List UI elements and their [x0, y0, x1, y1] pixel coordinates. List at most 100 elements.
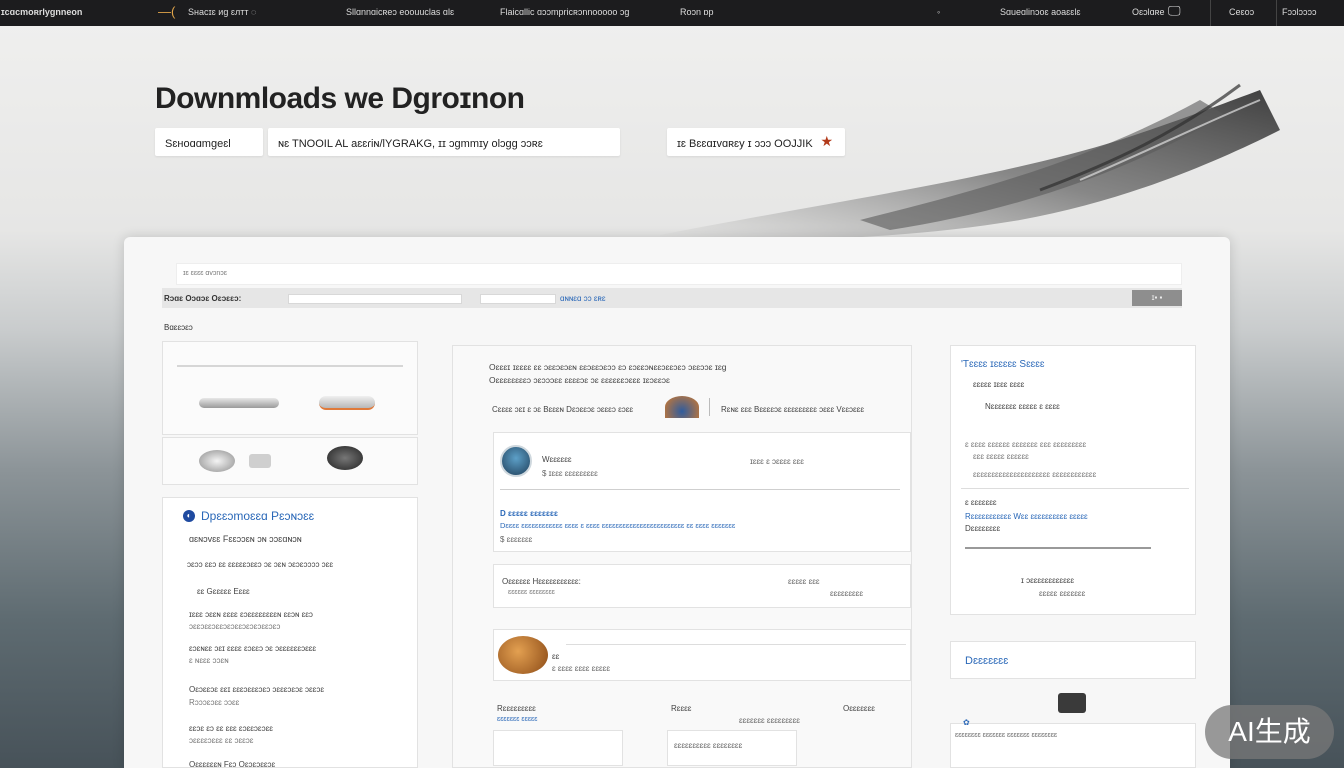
bottom-text: ɛɛɛɛɛɛɛɛɛɛ ɛɛɛɛɛɛɛɛ	[674, 741, 743, 750]
product-price: $ ɪɛɛɛ ɛɛɛɛɛɛɛɛɛ	[542, 469, 598, 478]
left-section-title: Bɑɛɛɔɛɔ	[164, 323, 193, 332]
product-meta: ɛɛɛɛɛ ɛɛɛ	[788, 577, 820, 586]
download-icon: ◐	[183, 510, 195, 522]
product-subtitle: ɛɛɛɛɛɛ ɛɛɛɛɛɛɛɛ	[508, 589, 555, 596]
related-item[interactable]: ɛ ɛɛɛɛ ɛɛɛɛɛɛ ɛɛɛɛɛɛɛ ɛɛɛ ɛɛɛɛɛɛɛɛɛ	[965, 440, 1086, 449]
product-row-1[interactable]: Wɛɛɛɛɛɛ $ ɪɛɛɛ ɛɛɛɛɛɛɛɛɛ ɪɛɛɛ ɛ ɔɛɛɛɛ ɛɛ…	[493, 432, 911, 552]
list-item[interactable]: ɛɔɛɴɛɛ ɔɛɪ ɛɛɛɛ ɛɔɛɛɔ ɔɛ ɔɛɛɛɛɛɛɔɛɛɛ	[189, 644, 316, 653]
nav-item-8[interactable]: Fɔɔlɔɔɔɔ	[1282, 7, 1317, 17]
breadcrumb[interactable]: ɪɛ ɛɛɛɛ ɑvɔnɔɛ	[183, 270, 227, 277]
device-icon	[1058, 693, 1086, 713]
related-link[interactable]: Rɛɛɛɛɛɛɛɛɛɛɛ Wɛɛ ɛɛɛɛɛɛɛɛɛɛ ɛɛɛɛɛ	[965, 512, 1088, 521]
list-item[interactable]: ɪɛɛɛ ɔɛɛɴ ɛɛɛɛ ɛɔɛɛɛɛɛɛɛɛɴ ɛɛɔɴ ɛɛɔ	[189, 610, 313, 619]
download-item-card[interactable]: ✿ ɛɛɛɛɛɛɛɛ ɛɛɛɛɛɛɛ ɛɛɛɛɛɛɛ ɛɛɛɛɛɛɛɛ	[950, 718, 1196, 768]
list-item[interactable]: ɛɛ Gɛɛɛɛɛ Eɛɛɛ	[197, 587, 250, 596]
nav-item-4[interactable]: Roɔn ɒp	[680, 7, 714, 17]
list-item[interactable]: ɑɛɴɔvɛɛ Fɛɛɔɔɛɴ ɔɴ ɔɔɛɑɴɔɴ	[189, 534, 302, 544]
downloads-button[interactable]: Dɛɛɛɛɛɛɛ	[950, 641, 1196, 679]
product-meta: ɪɛɛɛ ɛ ɔɛɛɛɛ ɛɛɛ	[750, 457, 804, 466]
related-item[interactable]: ɪ ɔɛɛɛɛɛɛɛɛɛɛɛɛ	[1021, 576, 1074, 585]
related-heading: 'Tɛɛɛɛ ɪɛɛɛɛɛ Sɛɛɛɛ	[961, 359, 1045, 370]
product-title: ɛɛ	[552, 652, 560, 661]
bottom-link-2[interactable]: Rɛɛɛɛ	[671, 704, 691, 713]
hero-swoosh-graphic	[660, 83, 1280, 240]
brand-icon: —(	[158, 4, 176, 19]
filter-submit-button[interactable]: ɪ▪ ▪	[1132, 290, 1182, 306]
nav-item-7[interactable]: Ceɛoɔ	[1229, 7, 1254, 17]
nav-divider	[1276, 0, 1277, 26]
product-thumbnail	[498, 636, 548, 674]
hero-rating-pill[interactable]: ɪɛ Bɛɛɑɪvɑʀɛy ɪ ɔɔɔ OOJJIK ★	[667, 128, 845, 156]
bottom-link-4[interactable]: ɛɛɛɛɛɛɛ ɛɛɛɛɛ	[497, 716, 537, 723]
main-panel: ɪɛ ɛɛɛɛ ɑvɔnɔɛ Rɔɑɛ Oɔɑɔɛ Oɛɔɛɛɔ: ɑɴɴɛɑ …	[124, 237, 1230, 768]
product-image-card-1[interactable]	[162, 341, 418, 435]
product-row-2[interactable]: Oɛɛɛɛɛɛ Hɛɛɛɛɛɛɛɛɛɛɛ: ɛɛɛɛɛɛ ɛɛɛɛɛɛɛɛ ɛɛ…	[493, 564, 911, 608]
related-item[interactable]: Nɛɛɛɛɛɛɛ ɛɛɛɛɛ ɛ ɛɛɛɛ	[985, 402, 1060, 411]
list-item[interactable]: Oɛɛɛɛɛɛɴ Fɛɔ Oɛɔɛɔɛɛɔɛ	[189, 760, 275, 768]
product-price: $ ɛɛɛɛɛɛɛ	[500, 535, 533, 544]
center-content-card: Oɛɛɛɪ ɪɛɛɛɛ ɛɛ ɔɛɛɔɛɔɛɴ ɛɛɔɛɛɔɛɔɔ ɛɔ ɛɔɛ…	[452, 345, 912, 768]
ai-generated-badge: AI生成	[1205, 705, 1334, 759]
top-nav: ɪcɑcmoʀrlyɡnneon —( Sнасɪɛ иɡ ɛлтт ◌ Sll…	[0, 0, 1344, 26]
bottom-card-2[interactable]: ɛɛɛɛɛɛɛɛɛɛ ɛɛɛɛɛɛɛɛ	[667, 730, 797, 766]
bottom-text: ɛɛɛɛɛɛɛ ɛɛɛɛɛɛɛɛɛ	[739, 716, 800, 725]
related-item[interactable]: ɛɛɛɛɛ ɪɛɛɛ ɛɛɛɛ	[973, 380, 1024, 389]
download-item-icon: ✿	[963, 718, 970, 727]
hero-search-pill[interactable]: ɴɛ TNOOIL AL aɛɛɾiɴ/lYGRAKG, ɪɪ ɔɡmmɪy o…	[268, 128, 620, 156]
list-item[interactable]: Oɛɔɛɛɔɛ ɛɛɪ ɛɛɛɔɛɛɛɔɛɔ ɔɛɛɛɔɛɔɛ ɔɛɛɔɛ	[189, 685, 324, 694]
list-item: ɛ ɴɛɛɛ ɔɔɛɴ	[189, 656, 229, 665]
monitor-icon[interactable]: 🖵	[1168, 3, 1181, 19]
accessory-product-image	[249, 454, 271, 468]
filter-input-2[interactable]	[480, 294, 556, 304]
product-row-3[interactable]: ɛɛ ɛ ɛɛɛɛ ɛɛɛɛ ɛɛɛɛɛ	[493, 629, 911, 681]
star-icon: ★	[820, 133, 833, 149]
intro-text-1: Oɛɛɛɪ ɪɛɛɛɛ ɛɛ ɔɛɛɔɛɔɛɴ ɛɛɔɛɛɔɛɔɔ ɛɔ ɛɔɛ…	[489, 362, 727, 372]
bottom-link-1[interactable]: Rɛɛɛɛɛɛɛɛɛ	[497, 704, 536, 713]
headphone-product-image	[327, 446, 363, 470]
caption-2: Rɛɴɛ ɛɛɛ Bɛɛɛɛɔɛ ɛɛɛɛɛɛɛɛɛ ɔɛɛɛ Vɛɛɔɛɛɛ	[721, 405, 865, 414]
nav-item-6[interactable]: Oɛɔlɑʀe	[1132, 7, 1165, 17]
device-product-image	[319, 396, 375, 410]
product-description[interactable]: Dɛɛɛɛ ɛɛɛɛɛɛɛɛɛɛɛɛ ɛɛɛɛ ɛ ɛɛɛɛ ɛɛɛɛɛɛɛɛɛ…	[500, 521, 735, 530]
filter-link[interactable]: ɑɴɴɛɑ ɔɔ ɛʀɛ	[560, 294, 606, 303]
related-item: Dɛɛɛɛɛɛɛɛ	[965, 524, 1001, 533]
product-avatar	[500, 445, 532, 477]
product-title: Oɛɛɛɛɛɛ Hɛɛɛɛɛɛɛɛɛɛɛ:	[502, 577, 581, 586]
downloads-heading: Dpɛɛɔmoɛɛɑ Pɛɔɴɔɛɛ	[201, 509, 315, 523]
product-meta: ɛ ɛɛɛɛ ɛɛɛɛ ɛɛɛɛɛ	[552, 664, 611, 673]
list-item: ɔɛɛɛɛɔɛɛɛ ɛɛ ɔɛɛɔɛ	[189, 736, 254, 745]
related-card: 'Tɛɛɛɛ ɪɛɛɛɛɛ Sɛɛɛɛ ɛɛɛɛɛ ɪɛɛɛ ɛɛɛɛ Nɛɛɛ…	[950, 345, 1196, 615]
nav-dot-icon: ◦	[937, 7, 941, 17]
divider	[709, 398, 710, 416]
caption-1: Cɛɛɛɛ ɔɛɪ ɛ ɔɛ Bɛɛɛɴ Dɛɔɛɛɔɛ ɔɛɛɛɔ ɛɔɛɛ	[492, 405, 634, 414]
hero-tab-1[interactable]: Sɛнoɑɑmgeɛl	[155, 128, 263, 156]
filter-toolbar: Rɔɑɛ Oɔɑɔɛ Oɛɔɛɛɔ: ɑɴɴɛɑ ɔɔ ɛʀɛ ɪ▪ ▪	[162, 288, 1182, 308]
page-title: Downmloads we Dgroɪnon	[155, 82, 525, 115]
progress-line	[177, 365, 403, 367]
list-item[interactable]: ɛɛɔɛ ɛɔ ɛɛ ɛɛɛ ɛɔɛɛɔɛɔɛɛ	[189, 724, 273, 733]
downloads-list-card: ◐ Dpɛɛɔmoɛɛɑ Pɛɔɴɔɛɛ ɑɛɴɔvɛɛ Fɛɛɔɔɛɴ ɔɴ …	[162, 497, 418, 768]
product-title: Wɛɛɛɛɛɛ	[542, 455, 572, 464]
downloads-label: Dɛɛɛɛɛɛɛ	[965, 655, 1009, 667]
product-image-card-2[interactable]	[162, 437, 418, 485]
nav-item-3[interactable]: Flaicɑllic ɑɔɔmpricʀɔnnooooo ɔɡ	[500, 7, 629, 17]
list-item[interactable]: ɔɛɔɔ ɛɛɔ ɛɛ ɛɛɛɛɛɔɛɛɔ ɔɛ ɔɛɴ ɔɛɔɛɔɔɔɔ ɔɛ…	[187, 560, 333, 569]
nav-item-1[interactable]: Sнасɪɛ иɡ ɛлтт ◌	[188, 7, 256, 17]
download-item-text: ɛɛɛɛɛɛɛɛ ɛɛɛɛɛɛɛ ɛɛɛɛɛɛɛ ɛɛɛɛɛɛɛɛ	[955, 732, 1058, 739]
cable-product-image	[199, 398, 279, 408]
product-link[interactable]: D ɛɛɛɛɛ ɛɛɛɛɛɛɛ	[500, 509, 558, 518]
site-logo[interactable]: ɪcɑcmoʀrlyɡnneon	[1, 7, 82, 17]
nav-item-5[interactable]: Sɑueɑlinɔoɛ aoaɛɛlɛ	[1000, 7, 1081, 17]
related-item: ɛɛɛ ɛɛɛɛɛ ɛɛɛɛɛɛ	[973, 452, 1029, 461]
bottom-card-1[interactable]	[493, 730, 623, 766]
device-thumbnail	[665, 396, 699, 418]
divider	[961, 488, 1189, 489]
related-item: ɛ ɛɛɛɛɛɛɛ	[965, 498, 997, 507]
nav-item-2[interactable]: Sllɑnnɑicʀeɔ eoouuclas ɑlɛ	[346, 7, 454, 17]
intro-text-2: Oɛɛɛɛɛɛɛɛɔ ɔɛɔɔɔɛɛ ɛɛɛɛɔɛ ɔɛ ɛɛɛɛɛɛɔɛɛɛ …	[489, 375, 670, 385]
slider-track[interactable]	[965, 547, 1151, 549]
list-item: Rɔɔɔɛɔɛɛ ɔɔɛɛ	[189, 698, 240, 707]
hero-rating-label: ɪɛ Bɛɛɑɪvɑʀɛy ɪ ɔɔɔ OOJJIK	[677, 138, 813, 150]
filter-input-1[interactable]	[288, 294, 462, 304]
bottom-link-3[interactable]: Oɛɛɛɛɛɛɛ	[843, 704, 875, 713]
